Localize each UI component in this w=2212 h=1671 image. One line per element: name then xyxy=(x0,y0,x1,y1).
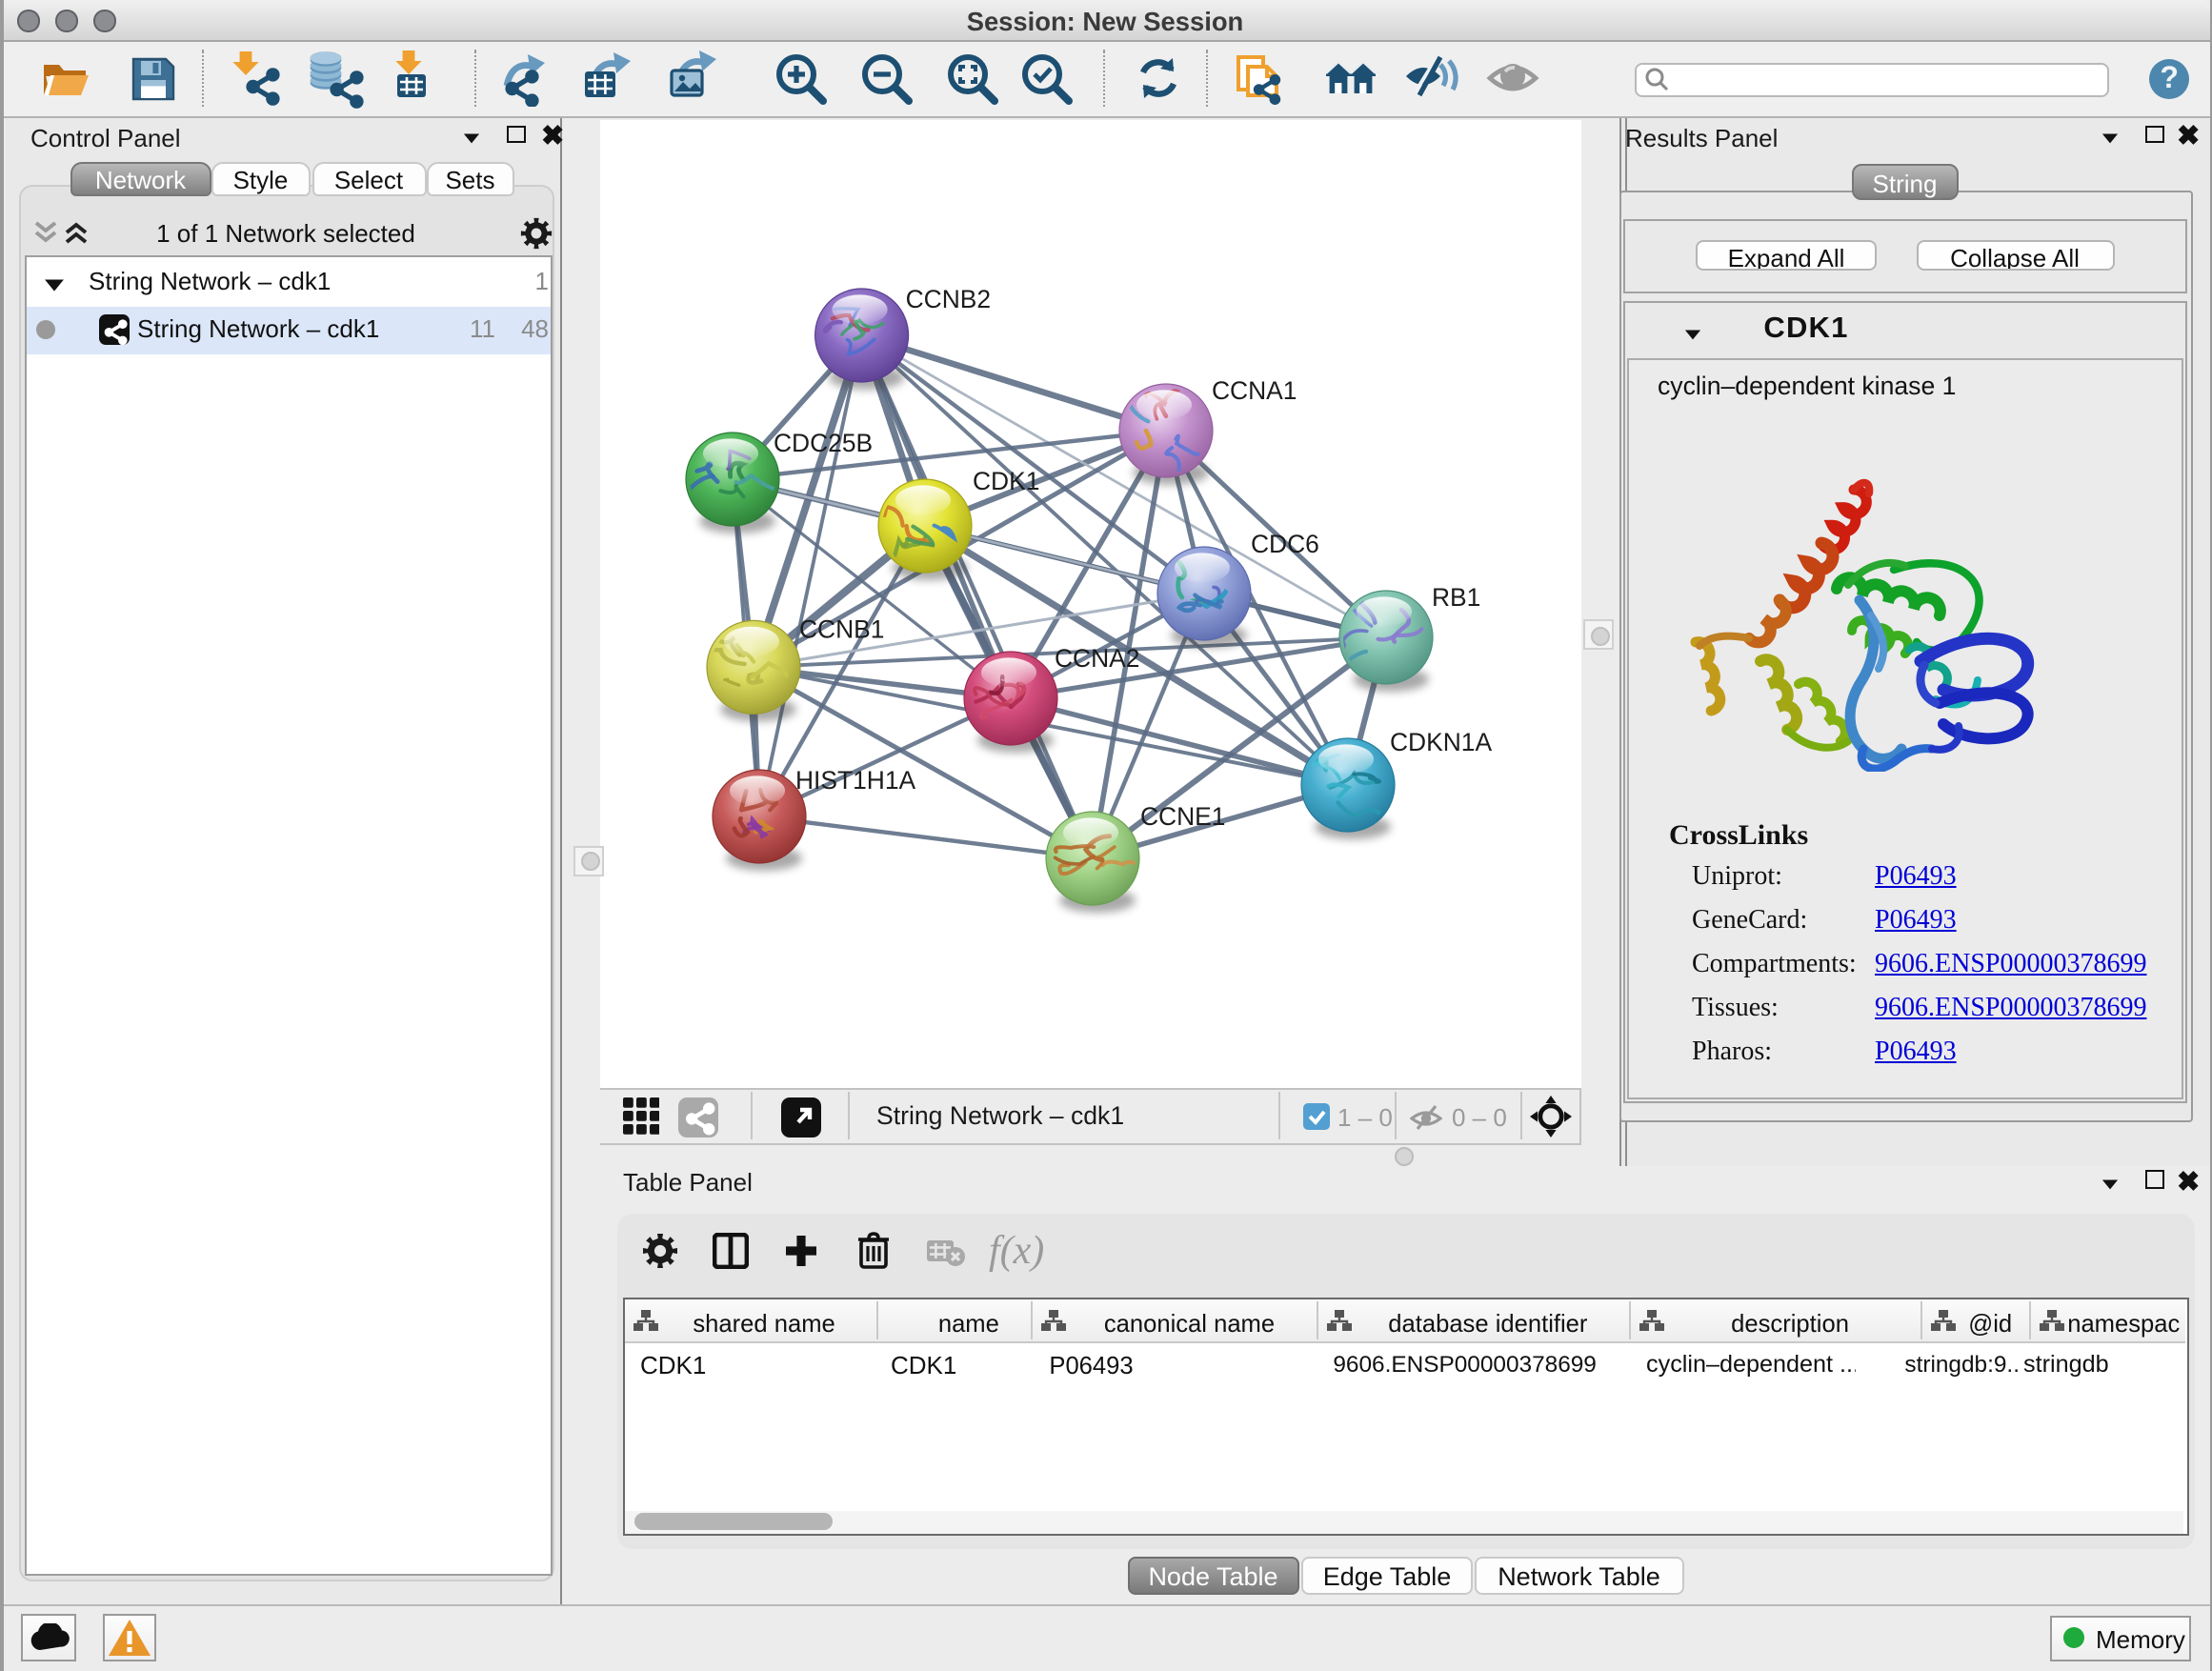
svg-text:CCNA1: CCNA1 xyxy=(1211,375,1296,404)
svg-text:CDC6: CDC6 xyxy=(1250,529,1318,557)
svg-text:CDC25B: CDC25B xyxy=(773,428,872,456)
svg-text:CCNB1: CCNB1 xyxy=(798,614,883,642)
svg-text:RB1: RB1 xyxy=(1431,582,1479,611)
svg-text:CDKN1A: CDKN1A xyxy=(1389,727,1491,755)
svg-text:CDK1: CDK1 xyxy=(972,466,1038,494)
svg-text:CCNE1: CCNE1 xyxy=(1139,801,1224,830)
svg-text:CCNB2: CCNB2 xyxy=(905,284,990,312)
svg-text:CCNA2: CCNA2 xyxy=(1054,643,1138,672)
svg-text:HIST1H1A: HIST1H1A xyxy=(794,765,915,794)
